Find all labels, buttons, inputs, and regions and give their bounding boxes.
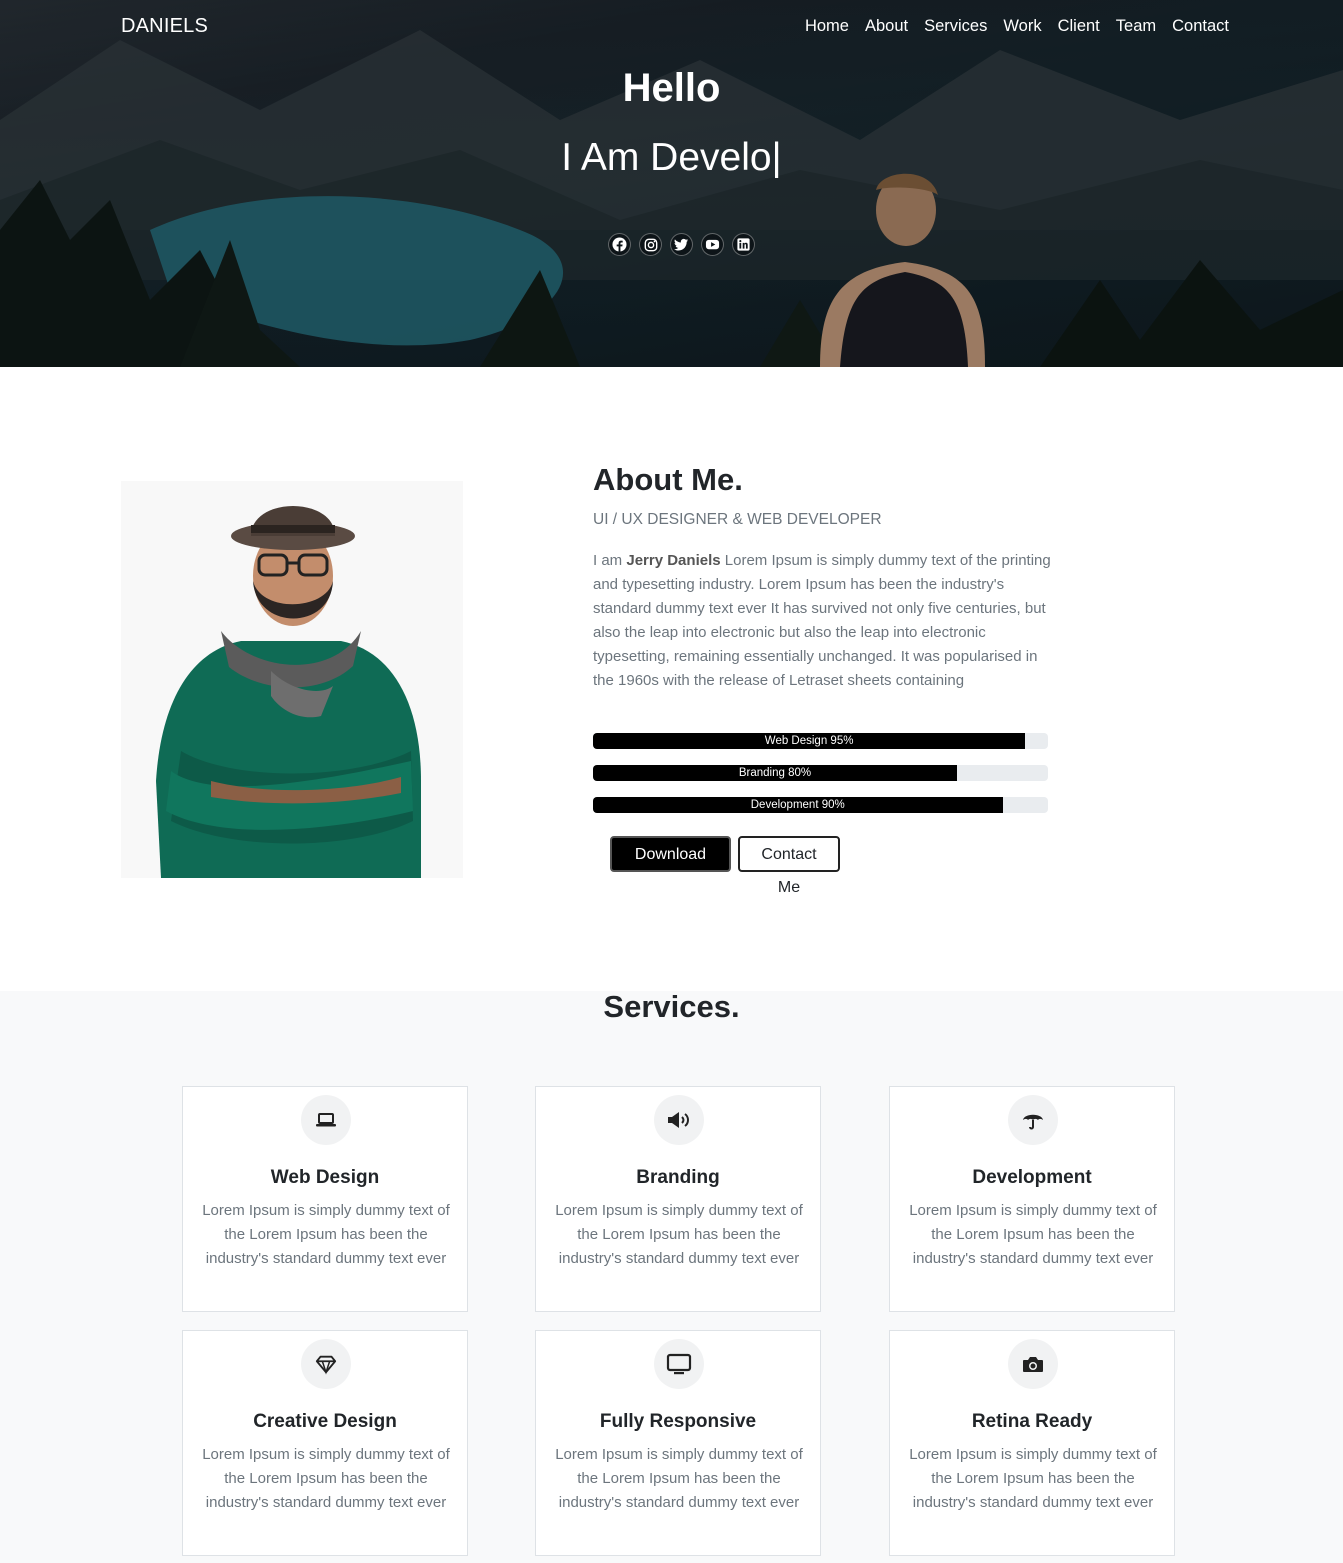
megaphone-icon [654,1095,704,1145]
hero-section: DANIELS Home About Services Work Client … [0,0,1343,367]
about-description: I am Jerry Daniels Lorem Ipsum is simply… [593,549,1053,693]
main-nav: Home About Services Work Client Team Con… [805,17,1229,36]
gem-icon [301,1339,351,1389]
facebook-icon[interactable] [608,233,631,256]
nav-about[interactable]: About [865,17,908,36]
service-description: Lorem Ipsum is simply dummy text of the … [909,1446,1157,1511]
skill-fill: Branding 80% [593,765,957,781]
download-cv-button[interactable]: Download CV [610,836,731,896]
skill-bar-web-design: Web Design 95% [593,733,1048,749]
hero-background-image [0,30,1343,367]
social-links [608,233,755,256]
service-description: Lorem Ipsum is simply dummy text of the … [202,1446,450,1511]
service-card-web-design: Web Design Lorem Ipsum is simply dummy t… [182,1086,468,1312]
about-name: Jerry Daniels [626,552,721,569]
service-title: Branding [636,1167,720,1188]
umbrella-icon [1008,1095,1058,1145]
service-title: Web Design [270,1167,380,1188]
twitter-icon[interactable] [670,233,693,256]
profile-photo [121,481,463,878]
laptop-icon [301,1095,351,1145]
services-title: Services. [603,989,740,1024]
service-card-development: Development Lorem Ipsum is simply dummy … [889,1086,1175,1312]
nav-contact[interactable]: Contact [1172,17,1229,36]
about-title: About Me. [593,462,743,497]
instagram-icon[interactable] [639,233,662,256]
contact-me-button[interactable]: Contact Me [738,836,840,896]
skill-fill: Web Design 95% [593,733,1026,749]
service-title: Retina Ready [971,1411,1093,1432]
about-intro: I am [593,552,623,569]
nav-client[interactable]: Client [1058,17,1100,36]
service-title: Development [972,1167,1092,1188]
service-card-branding: Branding Lorem Ipsum is simply dummy tex… [535,1086,821,1312]
brand-logo[interactable]: DANIELS [121,15,208,38]
skill-bar-development: Development 90% [593,797,1048,813]
service-card-fully-responsive: Fully Responsive Lorem Ipsum is simply d… [535,1330,821,1556]
service-card-retina-ready: Retina Ready Lorem Ipsum is simply dummy… [889,1330,1175,1556]
nav-services[interactable]: Services [924,17,987,36]
service-card-creative-design: Creative Design Lorem Ipsum is simply du… [182,1330,468,1556]
youtube-icon[interactable] [701,233,724,256]
nav-team[interactable]: Team [1116,17,1156,36]
nav-work[interactable]: Work [1003,17,1041,36]
about-subtitle: UI / UX DESIGNER & WEB DEVELOPER [593,511,882,528]
hero-typed-text: I Am Develo| [561,136,782,179]
services-section: Services. Web Design Lorem Ipsum is simp… [0,989,1343,1563]
service-description: Lorem Ipsum is simply dummy text of the … [555,1446,803,1511]
about-body: Lorem Ipsum is simply dummy text of the … [593,552,1051,689]
service-title: Creative Design [253,1411,397,1432]
service-description: Lorem Ipsum is simply dummy text of the … [555,1202,803,1267]
service-description: Lorem Ipsum is simply dummy text of the … [909,1202,1157,1267]
linkedin-icon[interactable] [732,233,755,256]
service-description: Lorem Ipsum is simply dummy text of the … [202,1202,450,1267]
display-icon [654,1339,704,1389]
nav-home[interactable]: Home [805,17,849,36]
camera-icon [1008,1339,1058,1389]
service-title: Fully Responsive [599,1411,757,1432]
skill-bar-branding: Branding 80% [593,765,1048,781]
skill-fill: Development 90% [593,797,1003,813]
hero-greeting: Hello [622,66,721,110]
